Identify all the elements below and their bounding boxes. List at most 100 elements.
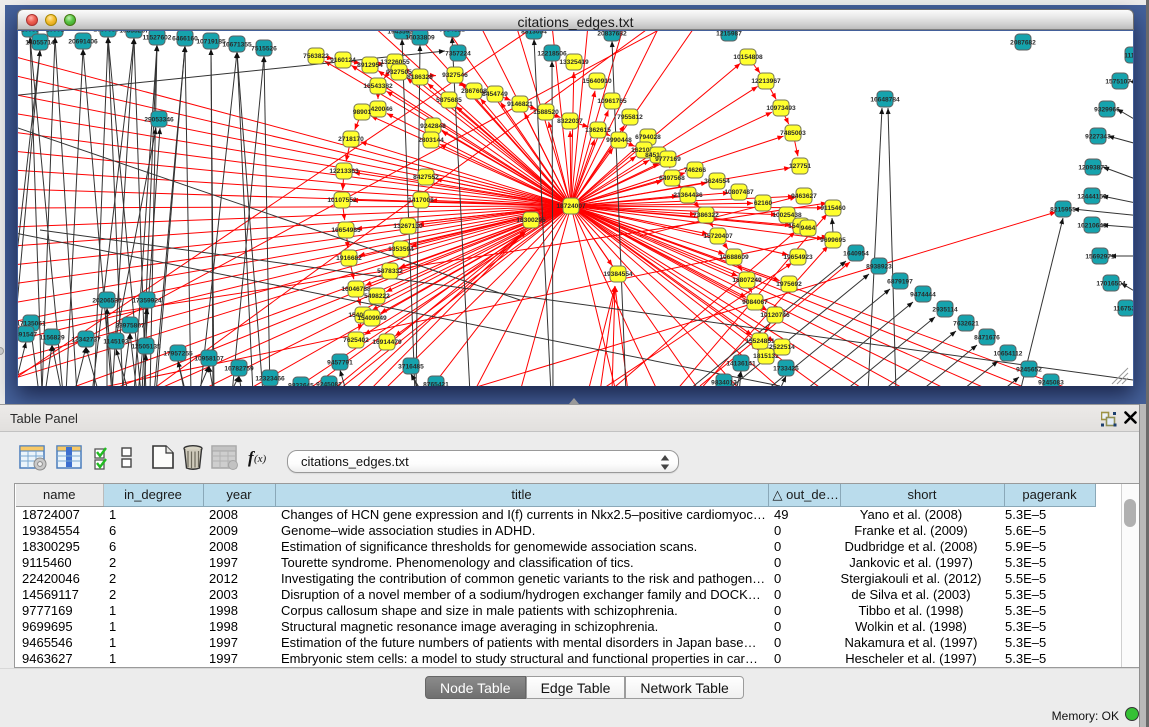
svg-text:16648784: 16648784 bbox=[870, 97, 900, 104]
svg-text:9160124: 9160124 bbox=[330, 57, 356, 64]
svg-text:8427552: 8427552 bbox=[413, 174, 439, 181]
svg-text:29053346: 29053346 bbox=[144, 117, 174, 124]
svg-text:746266: 746266 bbox=[684, 167, 706, 174]
svg-text:9463627: 9463627 bbox=[791, 193, 817, 200]
svg-text:9146821: 9146821 bbox=[507, 101, 533, 108]
svg-text:9699695: 9699695 bbox=[820, 237, 846, 244]
svg-text:11527602: 11527602 bbox=[143, 35, 172, 42]
svg-text:12218506: 12218506 bbox=[537, 51, 567, 58]
svg-text:(x): (x) bbox=[254, 453, 267, 465]
svg-text:15640910: 15640910 bbox=[582, 78, 612, 85]
svg-text:17359924: 17359924 bbox=[132, 298, 162, 305]
svg-text:1588520: 1588520 bbox=[533, 109, 559, 116]
svg-text:18724007: 18724007 bbox=[556, 203, 586, 210]
svg-text:1156829: 1156829 bbox=[39, 335, 65, 342]
svg-text:1362615: 1362615 bbox=[585, 127, 611, 134]
svg-text:9832645: 9832645 bbox=[288, 383, 314, 387]
svg-text:6879197: 6879197 bbox=[887, 279, 913, 286]
svg-text:7625402: 7625402 bbox=[343, 337, 369, 344]
svg-text:7386322: 7386322 bbox=[693, 212, 719, 219]
svg-text:8765421: 8765421 bbox=[423, 382, 449, 387]
svg-text:15751074: 15751074 bbox=[1105, 79, 1133, 86]
svg-text:18300295: 18300295 bbox=[516, 217, 546, 224]
svg-text:7485003: 7485003 bbox=[780, 130, 806, 137]
svg-text:9242848: 9242848 bbox=[420, 123, 446, 130]
svg-text:18807249: 18807249 bbox=[732, 277, 762, 284]
svg-text:391547: 391547 bbox=[18, 332, 37, 339]
svg-text:1215987: 1215987 bbox=[716, 31, 742, 38]
svg-text:15409949: 15409949 bbox=[357, 315, 387, 322]
svg-text:9227343: 9227343 bbox=[1085, 134, 1111, 141]
svg-text:2718170: 2718170 bbox=[338, 136, 364, 143]
svg-text:1353594: 1353594 bbox=[388, 246, 414, 253]
svg-text:20206536: 20206536 bbox=[92, 298, 122, 305]
svg-text:12444159: 12444159 bbox=[1077, 194, 1107, 201]
svg-text:7515526: 7515526 bbox=[251, 46, 277, 53]
svg-text:2087682: 2087682 bbox=[1010, 40, 1036, 47]
svg-text:20091: 20091 bbox=[46, 31, 65, 34]
svg-text:13325419: 13325419 bbox=[559, 59, 589, 66]
svg-text:127751: 127751 bbox=[789, 163, 811, 170]
svg-text:2522514: 2522514 bbox=[769, 344, 795, 351]
svg-text:12323466: 12323466 bbox=[255, 376, 285, 383]
svg-text:9327546: 9327546 bbox=[442, 72, 468, 79]
svg-text:9329966: 9329966 bbox=[1094, 107, 1120, 114]
svg-text:14136141: 14136141 bbox=[726, 361, 756, 368]
svg-text:19654923: 19654923 bbox=[783, 254, 813, 261]
svg-text:15692971: 15692971 bbox=[1085, 254, 1115, 261]
svg-text:8471676: 8471676 bbox=[974, 335, 1000, 342]
svg-text:8454749: 8454749 bbox=[482, 91, 508, 98]
svg-text:16914479: 16914479 bbox=[372, 339, 402, 346]
svg-text:10120746: 10120746 bbox=[760, 312, 790, 319]
svg-text:10961765: 10961765 bbox=[597, 98, 627, 105]
svg-text:10654112: 10654112 bbox=[994, 351, 1023, 358]
svg-text:7632621: 7632621 bbox=[953, 321, 979, 328]
svg-text:10807487: 10807487 bbox=[724, 189, 754, 196]
svg-text:8322037: 8322037 bbox=[557, 118, 583, 125]
svg-text:8912954: 8912954 bbox=[357, 62, 383, 69]
svg-text:2935114: 2935114 bbox=[932, 307, 958, 314]
svg-text:9245083: 9245083 bbox=[1038, 380, 1064, 387]
svg-text:13267130: 13267130 bbox=[393, 223, 423, 230]
svg-text:1640954: 1640954 bbox=[843, 251, 869, 258]
svg-text:19384554: 19384554 bbox=[603, 271, 633, 278]
svg-text:16671355: 16671355 bbox=[222, 42, 252, 49]
svg-text:17957255: 17957255 bbox=[163, 351, 193, 358]
svg-text:9084067: 9084067 bbox=[742, 299, 768, 306]
svg-text:9834012: 9834012 bbox=[711, 380, 737, 387]
svg-text:16782759: 16782759 bbox=[224, 366, 254, 373]
svg-text:16033809: 16033809 bbox=[405, 35, 435, 42]
svg-text:15720407: 15720407 bbox=[703, 233, 733, 240]
svg-text:1975692: 1975692 bbox=[776, 281, 802, 288]
svg-text:3716485: 3716485 bbox=[398, 364, 424, 371]
svg-text:9115460: 9115460 bbox=[820, 205, 846, 212]
svg-text:20837682: 20837682 bbox=[597, 31, 627, 38]
svg-text:1733426: 1733426 bbox=[773, 366, 799, 373]
svg-text:16046788: 16046788 bbox=[341, 286, 371, 293]
svg-text:10958107: 10958107 bbox=[194, 356, 224, 363]
svg-text:9464: 9464 bbox=[801, 225, 816, 232]
svg-text:5498222: 5498222 bbox=[364, 293, 390, 300]
svg-text:5875685: 5875685 bbox=[436, 97, 462, 104]
svg-text:62160: 62160 bbox=[754, 200, 773, 207]
svg-text:1145193: 1145193 bbox=[103, 339, 129, 346]
svg-text:16033: 16033 bbox=[21, 31, 40, 34]
svg-text:7357224: 7357224 bbox=[445, 51, 471, 58]
svg-text:1417006: 1417006 bbox=[408, 197, 434, 204]
svg-text:12505135: 12505135 bbox=[131, 344, 161, 351]
svg-text:98901: 98901 bbox=[353, 109, 372, 116]
svg-text:9457791: 9457791 bbox=[327, 360, 353, 367]
svg-text:8938923: 8938923 bbox=[866, 264, 892, 271]
svg-text:9990448: 9990448 bbox=[606, 137, 632, 144]
svg-text:9245082: 9245082 bbox=[316, 382, 342, 387]
svg-text:10688609: 10688609 bbox=[719, 254, 749, 261]
svg-text:7955812: 7955812 bbox=[617, 114, 643, 121]
svg-text:16654985: 16654985 bbox=[331, 227, 361, 234]
svg-text:3624554: 3624554 bbox=[704, 178, 730, 185]
svg-text:9634821: 9634821 bbox=[439, 31, 465, 34]
svg-text:10973493: 10973493 bbox=[766, 105, 796, 112]
svg-text:23975867: 23975867 bbox=[115, 323, 145, 330]
svg-text:11123: 11123 bbox=[1124, 53, 1133, 60]
svg-text:6466160: 6466160 bbox=[172, 36, 198, 43]
svg-text:7563822: 7563822 bbox=[303, 53, 329, 60]
